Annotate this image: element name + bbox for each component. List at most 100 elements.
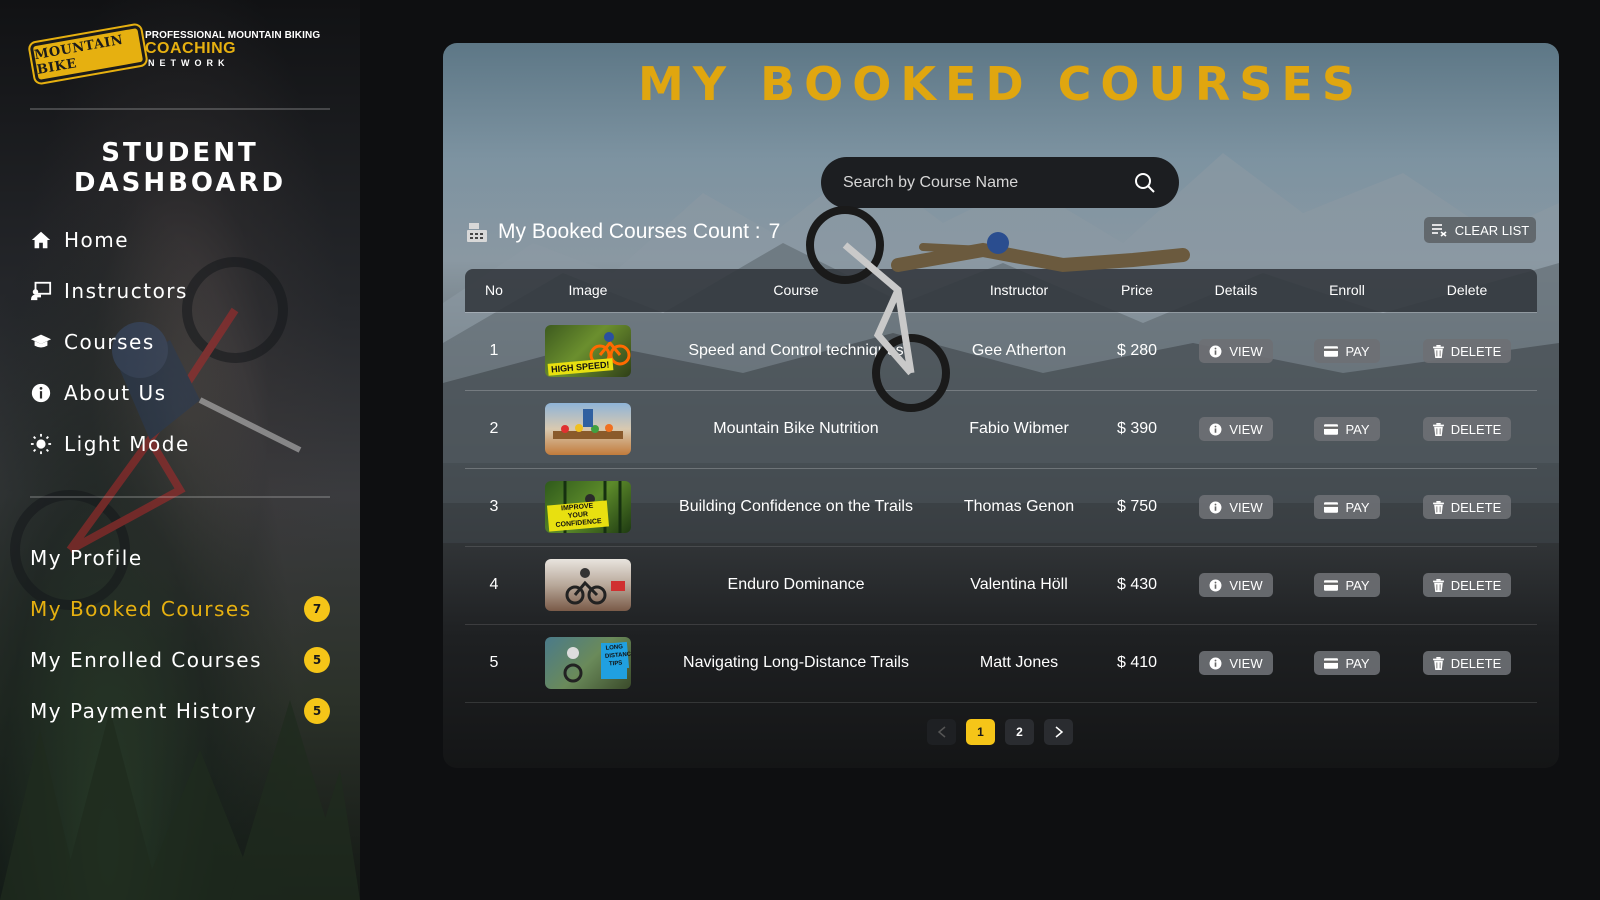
details-cell: VIEW [1175,546,1297,625]
row-number: 2 [465,390,523,469]
trash-icon [1432,422,1444,436]
pay-button[interactable]: PAY [1314,339,1380,363]
delete-label: DELETE [1450,655,1502,671]
course-thumbnail-image [553,409,623,439]
course-price: $ 430 [1099,546,1175,625]
pagination: 1 2 [927,719,1073,745]
pay-button[interactable]: PAY [1314,573,1380,597]
credit-card-icon [1324,345,1339,357]
nav-item-about-us[interactable]: About Us [30,367,330,418]
course-thumbnail[interactable] [545,559,631,611]
pay-label: PAY [1345,577,1370,593]
col-header-image: Image [523,269,653,313]
view-button[interactable]: VIEW [1199,651,1273,675]
nav-item-label: My Payment History [30,698,258,723]
delete-cell: DELETE [1397,546,1537,625]
pay-button[interactable]: PAY [1314,417,1380,441]
nav-item-my-enrolled-courses[interactable]: My Enrolled Courses 5 [30,634,330,685]
brand-logo[interactable]: MOUNTAIN BIKE PROFESSIONAL MOUNTAIN BIKI… [29,24,330,84]
course-thumbnail[interactable]: HIGH SPEED! [545,325,631,377]
view-button[interactable]: VIEW [1199,573,1273,597]
delete-button[interactable]: DELETE [1422,339,1512,363]
image-cell: HIGH SPEED! [523,312,653,391]
cash-register-icon [467,223,487,242]
course-thumbnail-tag: IMPROVE YOUR CONFIDENCE [546,500,610,532]
nav-item-courses[interactable]: Courses [30,316,330,367]
pay-button[interactable]: PAY [1314,495,1380,519]
count-badge: 5 [304,646,330,673]
view-button[interactable]: VIEW [1199,417,1273,441]
image-cell: LONG DISTANCE TIPS [523,624,653,703]
delete-button[interactable]: DELETE [1422,651,1512,675]
enroll-cell: PAY [1297,546,1397,625]
logo-line-2: COACHING [145,40,237,57]
next-page-button[interactable] [1044,719,1073,745]
instructor-name: Thomas Genon [939,468,1099,547]
prev-page-button[interactable] [927,719,956,745]
view-button[interactable]: VIEW [1199,339,1273,363]
table-row: 5 LONG DISTANCE TIPS Navigating Long-Dis… [465,624,1537,703]
user-nav: My Profile My Booked Courses 7 My Enroll… [30,532,330,736]
details-cell: VIEW [1175,468,1297,547]
delete-cell: DELETE [1397,312,1537,391]
table-row: 4 Enduro Dominance Valentina Höll $ 430 … [465,546,1537,625]
instructor-name: Matt Jones [939,624,1099,703]
course-thumbnail-image [565,568,625,605]
delete-button[interactable]: DELETE [1422,495,1512,519]
page-button[interactable]: 1 [966,719,995,745]
nav-item-instructors[interactable]: Instructors [30,265,330,316]
course-price: $ 410 [1099,624,1175,703]
details-cell: VIEW [1175,390,1297,469]
search-input[interactable] [843,173,1133,192]
table-header-row: No Image Course Instructor Price Details… [465,269,1537,313]
clear-list-button[interactable]: CLEAR LIST [1424,217,1536,243]
enroll-cell: PAY [1297,390,1397,469]
course-name: Navigating Long-Distance Trails [653,624,939,703]
delete-label: DELETE [1450,499,1502,515]
nav-item-home[interactable]: Home [30,214,330,265]
pay-button[interactable]: PAY [1314,651,1380,675]
count-badge: 5 [304,697,330,724]
count-badge: 7 [304,595,330,622]
nav-item-label: About Us [64,380,167,405]
image-cell [523,390,653,469]
nav-item-light-mode[interactable]: Light Mode [30,418,330,469]
delete-button[interactable]: DELETE [1422,417,1512,441]
view-button[interactable]: VIEW [1199,495,1273,519]
nav-item-label: My Profile [30,545,143,570]
page-title: MY BOOKED COURSES [638,57,1364,111]
sun-icon [30,433,52,455]
delete-button[interactable]: DELETE [1422,573,1512,597]
course-thumbnail[interactable]: LONG DISTANCE TIPS [545,637,631,689]
credit-card-icon [1324,657,1339,669]
trash-icon [1432,344,1444,358]
col-header-instructor: Instructor [939,269,1099,313]
page-button[interactable]: 2 [1005,719,1034,745]
trash-icon [1432,500,1444,514]
table-row: 2 Mountain Bike Nutrition Fabio Wibmer $… [465,390,1537,469]
trash-icon [1432,656,1444,670]
enroll-cell: PAY [1297,312,1397,391]
pay-label: PAY [1345,343,1370,359]
col-header-enroll: Enroll [1297,269,1397,313]
table-row: 3 IMPROVE YOUR CONFIDENCE Building Confi… [465,468,1537,547]
booked-count-value: 7 [768,220,781,243]
course-thumbnail[interactable]: IMPROVE YOUR CONFIDENCE [545,481,631,533]
credit-card-icon [1324,423,1339,435]
home-icon [30,229,52,251]
delete-cell: DELETE [1397,468,1537,547]
nav-item-my-booked-courses[interactable]: My Booked Courses 7 [30,583,330,634]
nav-item-my-payment-history[interactable]: My Payment History 5 [30,685,330,736]
course-price: $ 390 [1099,390,1175,469]
nav-item-label: Courses [64,329,155,354]
nav-item-my-profile[interactable]: My Profile [30,532,330,583]
info-icon [1209,579,1222,591]
clear-list-icon [1431,224,1447,237]
instructor-icon [30,280,52,302]
nav-item-label: Home [64,227,130,252]
view-label: VIEW [1229,343,1263,359]
row-number: 5 [465,624,523,703]
course-thumbnail[interactable] [545,403,631,455]
search-icon[interactable] [1133,171,1157,195]
enroll-cell: PAY [1297,624,1397,703]
